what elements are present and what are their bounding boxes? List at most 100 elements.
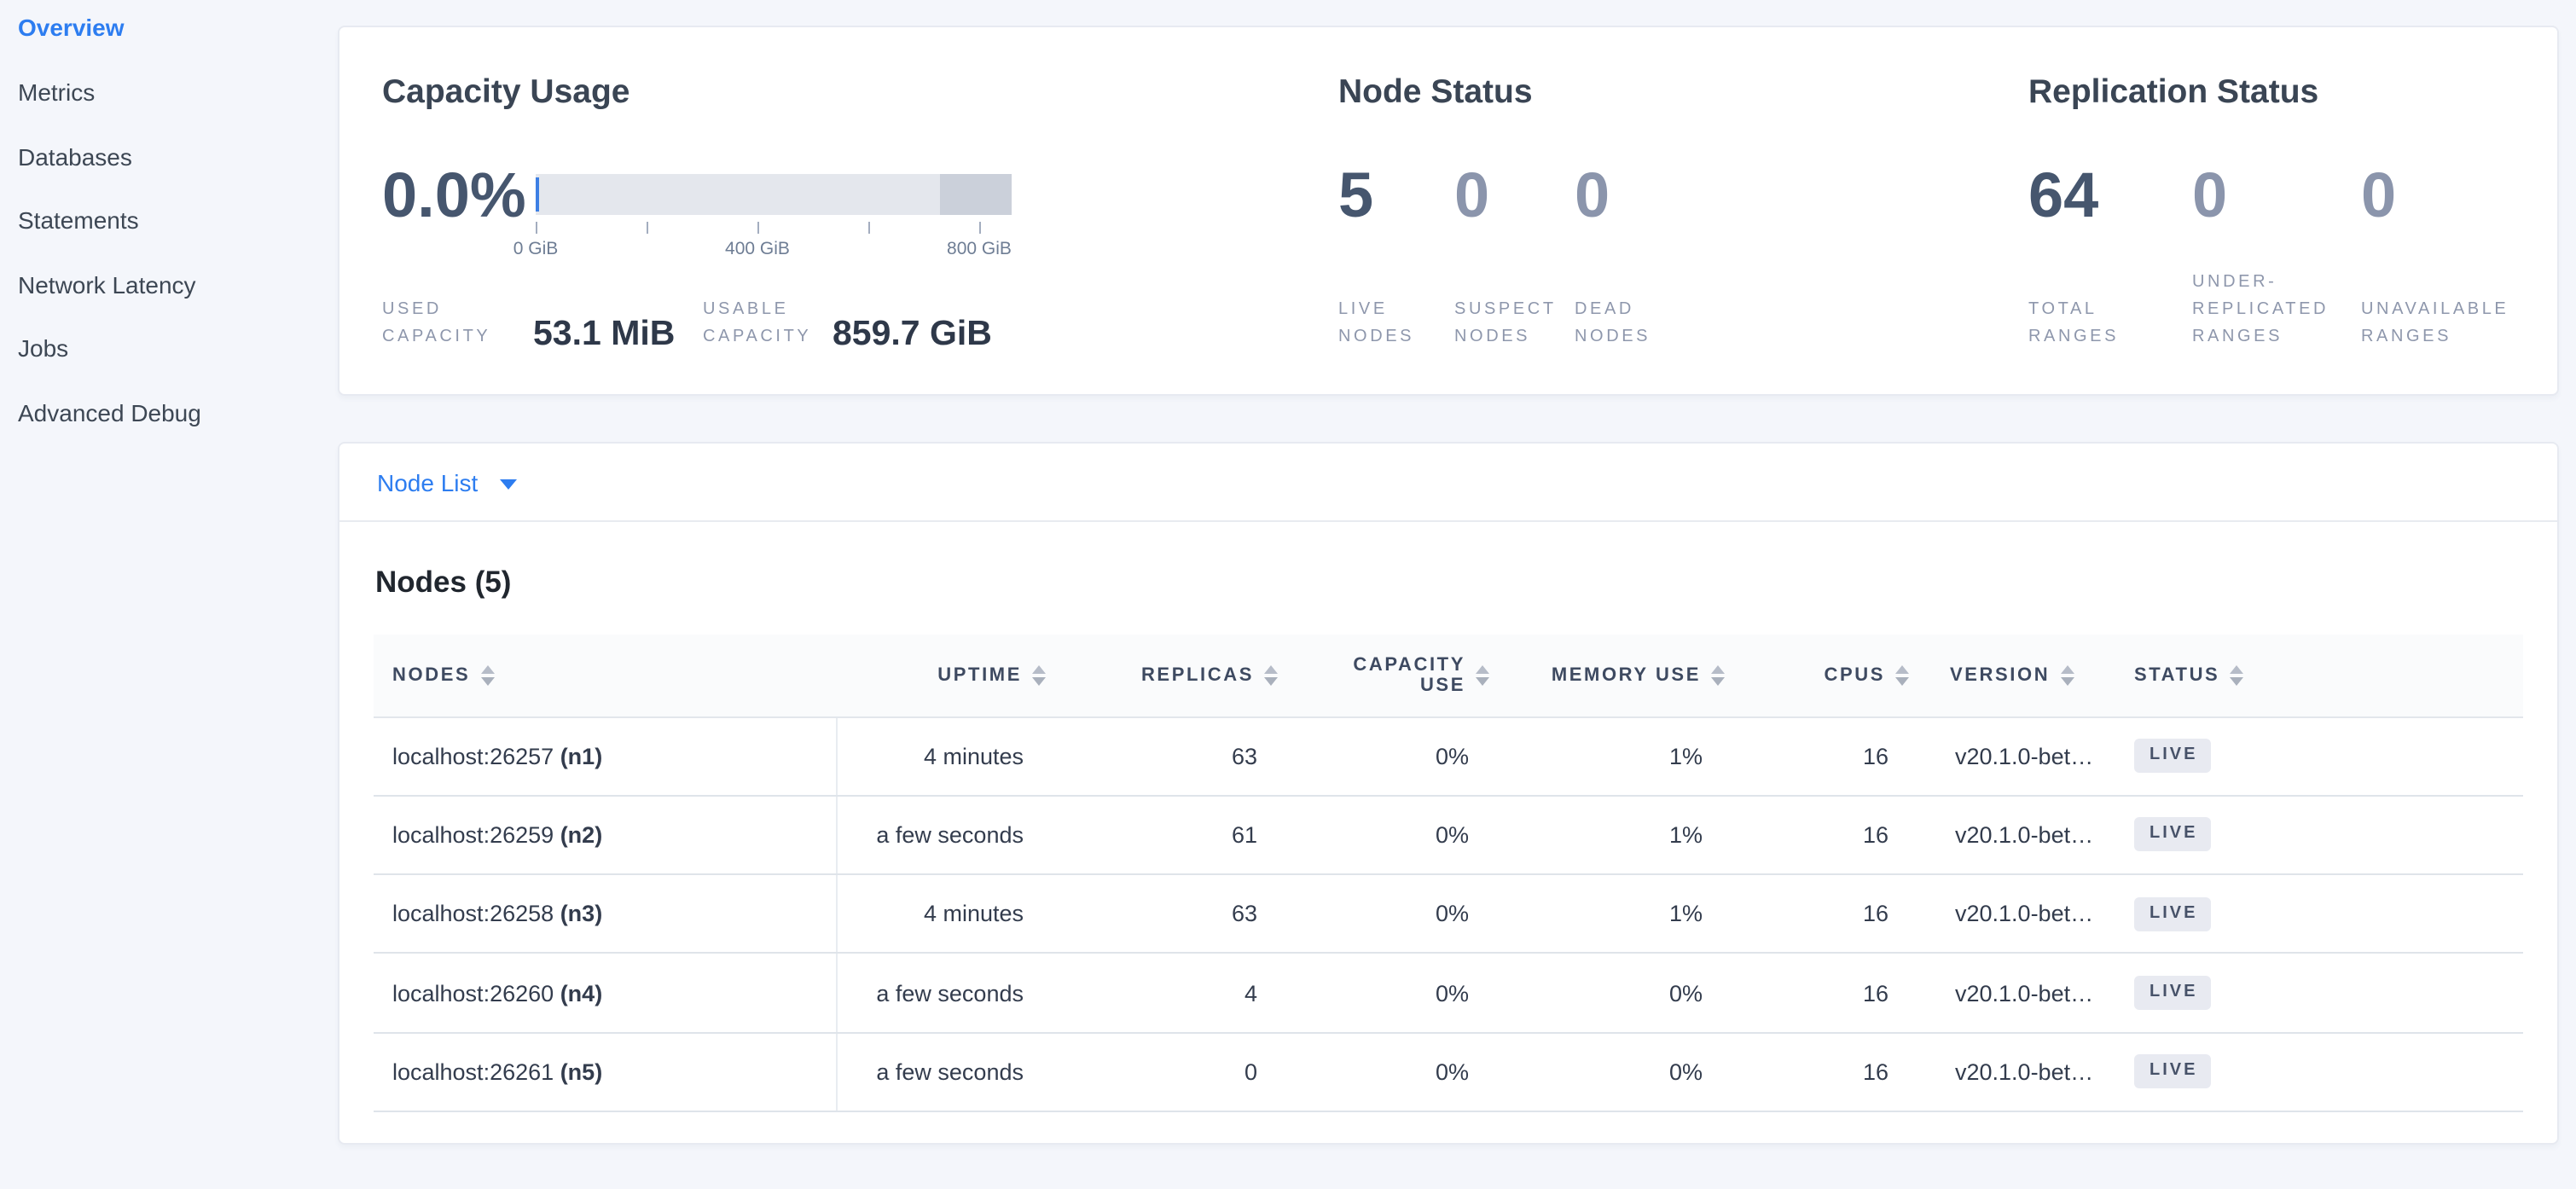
node-cpus: 16	[1725, 874, 1909, 954]
node-address: localhost:26259 (n2)	[374, 796, 836, 875]
table-row-node-2[interactable]: localhost:26259 (n2) a few seconds 61 0%…	[374, 796, 2523, 875]
sort-icon	[2230, 665, 2243, 686]
table-row-node-4[interactable]: localhost:26260 (n4) a few seconds 4 0% …	[374, 954, 2523, 1033]
status-badge: LIVE	[2134, 896, 2211, 931]
node-capacity-use: 0%	[1278, 796, 1489, 875]
sidebar-item-jobs[interactable]: Jobs	[18, 334, 68, 362]
unavailable-ranges-label: UNAVAILABLERANGES	[2361, 297, 2509, 351]
column-header-cpus[interactable]: CPUS	[1725, 635, 1909, 716]
column-header-uptime[interactable]: UPTIME	[836, 635, 1046, 716]
usable-capacity-value: 859.7 GiB	[833, 314, 992, 355]
under-replicated-ranges-label: UNDER-REPLICATEDRANGES	[2192, 270, 2329, 351]
node-cpus: 16	[1725, 716, 1909, 796]
axis-tick-label: 800 GiB	[947, 239, 1012, 259]
node-uptime: a few seconds	[836, 1032, 1046, 1111]
usable-capacity-label: USABLECAPACITY	[703, 297, 811, 351]
node-version: v20.1.0-bet…	[1909, 874, 2117, 954]
nodes-table: NODES UPTIME REPLICAS CAPACITY USE MEMOR	[374, 635, 2523, 1112]
axis-tick	[979, 222, 981, 234]
sort-icon	[480, 665, 494, 686]
node-capacity-use: 0%	[1278, 716, 1489, 796]
node-cpus: 16	[1725, 796, 1909, 875]
total-ranges-count: 64	[2028, 157, 2098, 235]
status-badge: LIVE	[2134, 739, 2211, 773]
node-replicas: 61	[1046, 796, 1278, 875]
sidebar-item-overview[interactable]: Overview	[18, 14, 125, 41]
table-row-node-5[interactable]: localhost:26261 (n5) a few seconds 0 0% …	[374, 1032, 2523, 1111]
capacity-usage-title: Capacity Usage	[382, 72, 629, 113]
node-replicas: 63	[1046, 874, 1278, 954]
node-uptime: 4 minutes	[836, 874, 1046, 954]
sidebar-item-advanced-debug[interactable]: Advanced Debug	[18, 398, 201, 426]
suspect-nodes-count: 0	[1454, 157, 1489, 235]
node-cpus: 16	[1725, 1032, 1909, 1111]
node-memory-use: 1%	[1489, 716, 1725, 796]
used-capacity-value: 53.1 MiB	[533, 314, 675, 355]
table-row-node-1[interactable]: localhost:26257 (n1) 4 minutes 63 0% 1% …	[374, 716, 2523, 796]
column-header-capacity-use[interactable]: CAPACITY USE	[1278, 635, 1489, 716]
node-memory-use: 0%	[1489, 954, 1725, 1033]
sort-icon	[1264, 665, 1278, 686]
node-list-card: Node List Nodes (5) NODES UPTIME	[337, 442, 2558, 1144]
node-address: localhost:26258 (n3)	[374, 874, 836, 954]
column-header-status[interactable]: STATUS	[2117, 635, 2523, 716]
sidebar: Overview Metrics Databases Statements Ne…	[0, 0, 336, 1189]
suspect-nodes-label: SUSPECTNODES	[1454, 297, 1557, 351]
node-address: localhost:26260 (n4)	[374, 954, 836, 1033]
column-header-nodes[interactable]: NODES	[374, 635, 836, 716]
node-capacity-use: 0%	[1278, 954, 1489, 1033]
node-address: localhost:26261 (n5)	[374, 1032, 836, 1111]
live-nodes-label: LIVENODES	[1338, 297, 1414, 351]
chevron-down-icon	[500, 479, 517, 490]
column-header-version[interactable]: VERSION	[1909, 635, 2117, 716]
sidebar-item-network-latency[interactable]: Network Latency	[18, 270, 196, 298]
node-replicas: 4	[1046, 954, 1278, 1033]
node-list-dropdown[interactable]: Node List	[377, 467, 517, 498]
node-status-cell: LIVE	[2117, 954, 2523, 1033]
axis-tick-label: 0 GiB	[513, 239, 559, 259]
live-nodes-count: 5	[1338, 157, 1373, 235]
axis-tick	[868, 222, 870, 234]
node-list-dropdown-bar: Node List	[339, 444, 2556, 522]
node-replicas: 0	[1046, 1032, 1278, 1111]
column-header-memory-use[interactable]: MEMORY USE	[1489, 635, 1725, 716]
node-capacity-use: 0%	[1278, 874, 1489, 954]
capacity-bar-used-segment	[536, 177, 539, 212]
node-list-dropdown-label: Node List	[377, 467, 478, 498]
dead-nodes-label: DEADNODES	[1575, 297, 1651, 351]
sort-icon	[1032, 665, 1046, 686]
capacity-bar-reserved-segment	[940, 174, 1012, 215]
sidebar-item-metrics[interactable]: Metrics	[18, 78, 95, 106]
status-badge: LIVE	[2134, 1055, 2211, 1089]
node-version: v20.1.0-bet…	[1909, 796, 2117, 875]
node-cpus: 16	[1725, 954, 1909, 1033]
node-uptime: 4 minutes	[836, 716, 1046, 796]
node-status-cell: LIVE	[2117, 796, 2523, 875]
node-status-cell: LIVE	[2117, 874, 2523, 954]
node-uptime: a few seconds	[836, 796, 1046, 875]
capacity-bar-track	[536, 174, 1012, 215]
table-row-node-3[interactable]: localhost:26258 (n3) 4 minutes 63 0% 1% …	[374, 874, 2523, 954]
axis-tick-label: 400 GiB	[725, 239, 790, 259]
axis-tick	[757, 222, 759, 234]
node-version: v20.1.0-bet…	[1909, 716, 2117, 796]
cluster-overview-card: Capacity Usage 0.0% 0 GiB 400 GiB 800 Gi…	[337, 26, 2558, 395]
unavailable-ranges-count: 0	[2361, 157, 2396, 235]
status-badge: LIVE	[2134, 976, 2211, 1010]
dead-nodes-count: 0	[1575, 157, 1610, 235]
sort-icon	[2060, 665, 2074, 686]
sidebar-item-databases[interactable]: Databases	[18, 142, 132, 170]
sort-icon	[1895, 665, 1909, 686]
node-memory-use: 1%	[1489, 874, 1725, 954]
sort-icon	[1476, 665, 1489, 686]
column-header-replicas[interactable]: REPLICAS	[1046, 635, 1278, 716]
node-memory-use: 1%	[1489, 796, 1725, 875]
sidebar-item-statements[interactable]: Statements	[18, 206, 139, 234]
sort-icon	[1711, 665, 1725, 686]
node-status-cell: LIVE	[2117, 716, 2523, 796]
node-version: v20.1.0-bet…	[1909, 954, 2117, 1033]
total-ranges-label: TOTALRANGES	[2028, 297, 2119, 351]
used-capacity-label: USEDCAPACITY	[382, 297, 490, 351]
node-replicas: 63	[1046, 716, 1278, 796]
status-badge: LIVE	[2134, 818, 2211, 852]
